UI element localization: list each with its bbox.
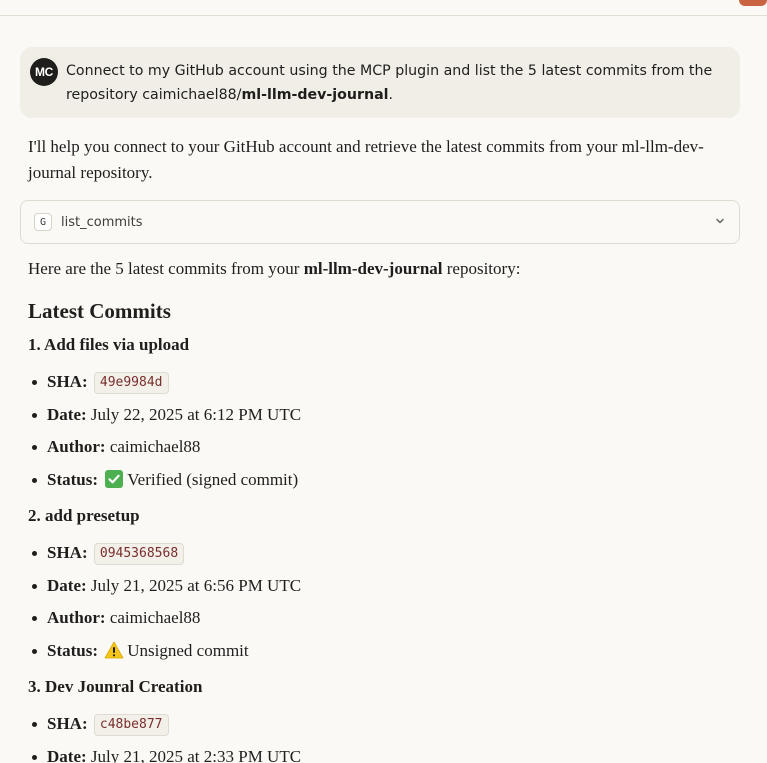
result-repo-name: ml-llm-dev-journal xyxy=(303,259,443,278)
commit-status-row: Status: Unsigned commit xyxy=(28,638,728,671)
chevron-down-icon[interactable] xyxy=(713,214,727,228)
commit-status-row: Status: Verified (signed commit) xyxy=(28,467,728,500)
assistant-intro: I'll help you connect to your GitHub acc… xyxy=(28,137,704,182)
user-message-repo: ml-llm-dev-journal xyxy=(241,87,389,103)
commit-details: SHA: 0945368568 Date: July 21, 2025 at 6… xyxy=(28,540,728,670)
commit-sha-row: SHA: c48be877 xyxy=(28,711,728,744)
commit-author-row: Author: caimichael88 xyxy=(28,605,728,638)
tool-call-name: list_commits xyxy=(61,215,143,230)
commit-title: 2. add presetup xyxy=(28,506,140,525)
commit-author-row: Author: caimichael88 xyxy=(28,434,728,467)
commit-sha-row: SHA: 49e9984d xyxy=(28,369,728,402)
commit-details: SHA: 49e9984d Date: July 22, 2025 at 6:1… xyxy=(28,369,728,499)
top-bar xyxy=(0,0,767,16)
latest-commits-heading: Latest Commits xyxy=(28,299,171,323)
user-message-text: Connect to my GitHub account using the M… xyxy=(66,63,713,103)
commit-sha: 0945368568 xyxy=(93,543,185,565)
user-avatar: MC xyxy=(30,58,58,86)
github-tool-icon: G xyxy=(34,213,52,231)
commit-date-row: Date: July 21, 2025 at 6:56 PM UTC xyxy=(28,573,728,606)
commit-date-row: Date: July 22, 2025 at 6:12 PM UTC xyxy=(28,402,728,435)
tool-call-toggle[interactable]: G list_commits xyxy=(20,200,740,244)
result-intro: Here are the 5 latest commits from your … xyxy=(28,259,521,278)
commit-date-row: Date: July 21, 2025 at 2:33 PM UTC xyxy=(28,744,728,763)
commit-sha-row: SHA: 0945368568 xyxy=(28,540,728,573)
user-message: MC Connect to my GitHub account using th… xyxy=(20,47,740,118)
check-mark-icon xyxy=(105,469,124,488)
commit-sha: c48be877 xyxy=(93,714,169,736)
warning-icon xyxy=(104,641,124,659)
commit-details: SHA: c48be877 Date: July 21, 2025 at 2:3… xyxy=(28,711,728,763)
commit-title: 3. Dev Jounral Creation xyxy=(28,677,203,696)
commit-sha: 49e9984d xyxy=(93,372,169,394)
commit-title: 1. Add files via upload xyxy=(28,335,190,354)
top-action-button[interactable] xyxy=(739,0,767,6)
